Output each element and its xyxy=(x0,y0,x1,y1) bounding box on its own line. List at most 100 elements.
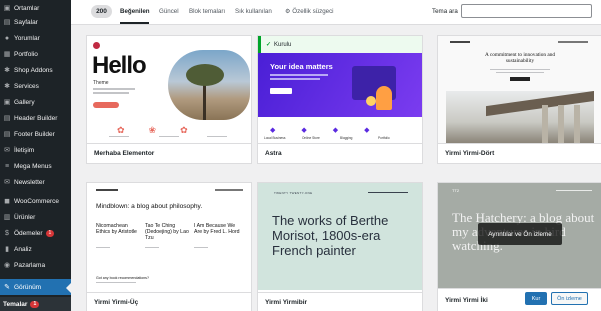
menu-icon: ≡ xyxy=(4,162,10,170)
theme-screenshot: TWENTY TWENTY-ONE The works of Berthe Mo… xyxy=(258,183,422,290)
theme-card-hello-elementor[interactable]: Hello Theme ✿❀✿ Merhaba Elementor xyxy=(87,36,251,163)
sidebar-item-gallery[interactable]: ▣ Gallery xyxy=(0,95,71,109)
gear-icon: ⚙ xyxy=(285,8,291,15)
astra-feature-3: Blogging xyxy=(340,136,353,140)
feature-filter-label: Özellik süzgeci xyxy=(292,8,334,15)
themes-badge: 1 xyxy=(30,300,40,308)
sidebar-item-label: Portfolio xyxy=(14,50,38,58)
active-menu-arrow xyxy=(66,283,71,293)
sidebar-item-products[interactable]: ▥ Ürünler xyxy=(0,210,71,224)
astra-heading: Your idea matters xyxy=(270,62,333,71)
hello-feature-icons: ✿❀✿ xyxy=(117,125,212,135)
tab-favorites[interactable]: Sık kullanılan xyxy=(235,8,272,15)
analytics-icon: ▮ xyxy=(5,246,9,253)
theme-screenshot: Mindblown: a blog about philosophy. Nico… xyxy=(87,183,251,290)
sidebar-item-label: Gallery xyxy=(14,98,35,106)
site-title-placeholder xyxy=(450,41,470,43)
theme-name: Yirmi Yirmi-Üç xyxy=(87,292,251,311)
install-button[interactable]: Kur xyxy=(525,292,547,305)
tab-latest[interactable]: Güncel xyxy=(159,8,179,15)
sidebar-item-pages[interactable]: ▤ Sayfalar xyxy=(0,15,71,29)
sidebar-item-marketing[interactable]: ◉ Pazarlama xyxy=(0,258,71,272)
feature-filter-button[interactable]: ⚙ Özellik süzgeci xyxy=(285,8,334,15)
appearance-icon: ✎ xyxy=(4,284,10,291)
sidebar-item-payments[interactable]: $ Ödemeler 1 xyxy=(0,226,71,240)
admin-sidebar: ▣ Ortamlar ▤ Sayfalar ● Yorumlar ▦ Portfolio… xyxy=(0,0,71,311)
nav-placeholder xyxy=(368,192,408,193)
sidebar-submenu: Temalar 1 xyxy=(0,297,71,311)
sidebar-item-label: Ürünler xyxy=(14,213,36,221)
theme-card-twentytwentyfour[interactable]: A commitment to innovation and sustainab… xyxy=(438,36,601,163)
text-placeholder xyxy=(270,74,328,76)
sidebar-item-analytics[interactable]: ▮ Analiz xyxy=(0,242,71,256)
astra-feature-icons: ◆◆◆◆ xyxy=(270,127,396,134)
sidebar-item-shop-addons[interactable]: ✱ Shop Addons xyxy=(0,63,71,77)
sidebar-item-services[interactable]: ✱ Services xyxy=(0,79,71,93)
sidebar-item-label: Sayfalar xyxy=(14,18,38,26)
sidebar-item-label: Mega Menus xyxy=(14,162,52,170)
sidebar-item-label: Footer Builder xyxy=(14,130,55,138)
hello-cta-button xyxy=(93,102,119,108)
payments-icon: $ xyxy=(5,229,9,237)
sidebar-item-label: Header Builder xyxy=(14,114,58,122)
text-placeholder xyxy=(109,136,129,137)
tab-popular[interactable]: Beğenilen xyxy=(120,8,150,15)
theme-details-overlay[interactable]: Ayrıntılar ve Ön izleme xyxy=(478,223,562,245)
footer-icon: ▤ xyxy=(3,131,11,138)
sidebar-item-label: Ödemeler xyxy=(14,229,43,237)
theme-search-input[interactable] xyxy=(461,4,592,18)
newsletter-icon: ✉ xyxy=(4,179,10,186)
sidebar-item-contact[interactable]: ✉ İletişim xyxy=(0,143,71,157)
sidebar-item-label: Pazarlama xyxy=(14,261,46,269)
theme-filter-bar: 200 Beğenilen Güncel Blok temaları Sık k… xyxy=(71,0,601,25)
theme-card-twentytwentythree[interactable]: Mindblown: a blog about philosophy. Nico… xyxy=(87,183,251,311)
media-icon: ▣ xyxy=(3,5,11,12)
sidebar-item-portfolio[interactable]: ▦ Portfolio xyxy=(0,47,71,61)
astra-cta-button xyxy=(270,88,292,94)
sidebar-item-media[interactable]: ▣ Ortamlar xyxy=(0,1,71,15)
theme-card-twentytwentyone[interactable]: TWENTY TWENTY-ONE The works of Berthe Mo… xyxy=(258,183,422,311)
checkmark-icon: ✓ xyxy=(266,42,272,48)
tt4-button xyxy=(510,77,530,81)
sidebar-item-label: Analiz xyxy=(14,245,32,253)
astra-illustration-circle xyxy=(366,96,376,106)
theme-card-twentytwentytwo[interactable]: TT2 The Hatchery: a blog about my advent… xyxy=(438,183,601,311)
tt3-footer-text: Got any book recommendations? xyxy=(96,276,149,280)
installed-notice: ✓ Kurulu xyxy=(258,36,422,53)
text-placeholder xyxy=(490,69,550,70)
preview-button[interactable]: Ön izleme xyxy=(551,292,588,305)
sidebar-item-appearance[interactable]: ✎ Görünüm xyxy=(0,279,71,295)
payments-badge: 1 xyxy=(45,229,55,237)
shop-icon: ✱ xyxy=(4,67,10,74)
theme-name: Astra xyxy=(258,143,422,163)
sidebar-item-newsletter[interactable]: ✉ Newsletter xyxy=(0,175,71,189)
contact-icon: ✉ xyxy=(4,147,10,154)
sidebar-item-header-builder[interactable]: ▤ Header Builder xyxy=(0,111,71,125)
hello-hero-image xyxy=(168,50,250,120)
tt4-architecture-image xyxy=(446,91,594,143)
sidebar-item-comments[interactable]: ● Yorumlar xyxy=(0,31,71,45)
sidebar-item-label: Ortamlar xyxy=(14,4,40,12)
sidebar-subitem-themes[interactable]: Temalar 1 xyxy=(0,297,71,311)
text-placeholder xyxy=(496,72,544,73)
nav-placeholder xyxy=(558,41,588,43)
wp-admin-themes: ▣ Ortamlar ▤ Sayfalar ● Yorumlar ▦ Portfolio… xyxy=(0,0,601,311)
text-placeholder xyxy=(93,92,129,94)
theme-count: 200 xyxy=(91,5,112,18)
theme-screenshot: Hello Theme ✿❀✿ xyxy=(87,36,251,143)
tt3-post-3: I Am Because We Are by Fred L. Hord xyxy=(194,223,240,235)
theme-card-astra[interactable]: Your idea matters ◆◆◆◆ Local Business On… xyxy=(258,36,422,163)
sidebar-item-label: İletişim xyxy=(14,146,35,154)
sidebar-item-footer-builder[interactable]: ▤ Footer Builder xyxy=(0,127,71,141)
installed-label: Kurulu xyxy=(274,41,292,48)
sidebar-subitem-label: Temalar xyxy=(3,300,28,308)
sidebar-item-mega-menus[interactable]: ≡ Mega Menus xyxy=(0,159,71,173)
astra-feature-4: Portfolio xyxy=(378,136,390,140)
sidebar-item-woocommerce[interactable]: ◼ WooCommerce xyxy=(0,194,71,208)
tab-block-themes[interactable]: Blok temaları xyxy=(189,8,225,15)
text-placeholder xyxy=(207,136,227,137)
gallery-icon: ▣ xyxy=(3,99,11,106)
sidebar-item-label: Services xyxy=(14,82,39,90)
text-placeholder xyxy=(270,78,320,80)
theme-screenshot: A commitment to innovation and sustainab… xyxy=(438,36,601,143)
